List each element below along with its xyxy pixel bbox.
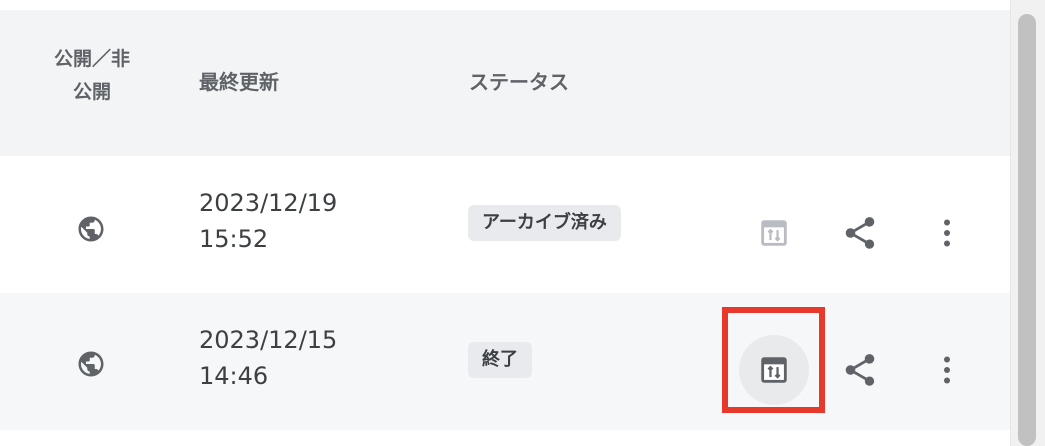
scrollbar-thumb[interactable]: [1018, 14, 1036, 446]
globe-icon: [78, 216, 104, 242]
highlight-box: [722, 307, 825, 413]
more-vert-icon: [944, 219, 950, 247]
more-options-button[interactable]: [912, 198, 982, 268]
last-updated-time: 15:52: [199, 225, 269, 253]
more-vert-icon: [944, 356, 950, 384]
column-header-last-updated[interactable]: 最終更新: [199, 67, 279, 97]
table-row[interactable]: 2023/12/19 15:52 アーカイブ済み: [0, 156, 1010, 293]
globe-icon: [78, 351, 104, 377]
column-header-visibility-line1: 公開／非: [53, 48, 130, 70]
last-updated-date: 2023/12/15: [199, 326, 338, 354]
last-updated-date: 2023/12/19: [199, 189, 338, 217]
panel-icon: [761, 220, 787, 246]
more-options-button[interactable]: [912, 335, 982, 405]
share-button[interactable]: [825, 198, 895, 268]
column-header-status[interactable]: ステータス: [469, 67, 569, 97]
share-button[interactable]: [825, 335, 895, 405]
panel-button[interactable]: [739, 198, 809, 268]
last-updated-time: 14:46: [199, 362, 269, 390]
table-row[interactable]: 2023/12/15 14:46 終了: [0, 293, 1010, 430]
table-row: [0, 430, 1010, 446]
results-table: 公開／非 公開 最終更新 ステータス 2023/12/19 15:52 アーカイ…: [0, 10, 1010, 446]
column-header-visibility-line2: 公開: [72, 81, 111, 104]
share-icon: [845, 354, 875, 386]
share-icon: [845, 217, 875, 249]
last-updated: 2023/12/19 15:52: [199, 185, 337, 257]
status-badge: 終了: [468, 342, 532, 378]
status-badge: アーカイブ済み: [468, 205, 621, 241]
table-header: 公開／非 公開 最終更新 ステータス: [0, 10, 1010, 156]
column-header-visibility[interactable]: 公開／非 公開: [42, 43, 142, 110]
last-updated: 2023/12/15 14:46: [199, 322, 337, 394]
